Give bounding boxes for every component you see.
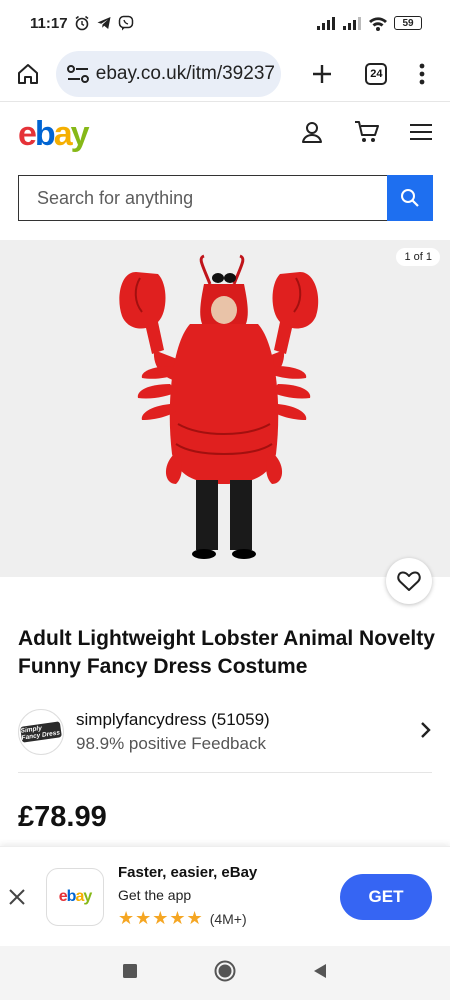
browser-menu-button[interactable] — [394, 46, 450, 102]
hamburger-menu-icon[interactable] — [410, 123, 432, 146]
search-icon — [401, 189, 419, 207]
alarm-icon — [74, 15, 90, 31]
viber-icon — [118, 15, 134, 31]
app-install-banner: ebay Faster, easier, eBay Get the app ★★… — [0, 846, 450, 946]
product-image-gallery[interactable]: 1 of 1 — [0, 240, 450, 577]
site-settings-icon[interactable] — [66, 64, 90, 84]
address-bar[interactable]: ebay.co.uk/itm/39237 — [55, 50, 281, 97]
recent-apps-icon[interactable] — [122, 963, 138, 984]
seller-feedback: 98.9% positive Feedback — [76, 734, 266, 753]
browser-toolbar: ebay.co.uk/itm/39237 24 — [0, 46, 450, 102]
tab-count: 24 — [365, 62, 388, 85]
banner-subtitle: Get the app — [118, 887, 192, 903]
star-rating-icon: ★★★★★ — [118, 908, 204, 928]
app-rating: ★★★★★ (4M+) — [118, 908, 257, 929]
banner-title: Faster, easier, eBay — [118, 864, 258, 881]
search-button[interactable] — [387, 175, 433, 221]
status-time: 11:17 — [30, 14, 68, 32]
seller-name: simplyfancydress (51059) — [76, 710, 270, 729]
signal-icon-2 — [342, 16, 362, 30]
home-button[interactable] — [0, 46, 56, 102]
rating-count: (4M+) — [209, 910, 247, 927]
new-tab-button[interactable] — [285, 46, 359, 102]
cart-icon[interactable] — [354, 120, 380, 149]
product-image[interactable] — [112, 254, 338, 564]
search-bar — [18, 175, 433, 221]
system-nav-bar — [0, 946, 450, 1000]
heart-icon — [397, 571, 421, 591]
signal-icon — [316, 16, 336, 30]
ebay-logo[interactable]: ebay — [18, 117, 90, 151]
search-input[interactable] — [18, 175, 387, 221]
seller-info-row[interactable]: Simply Fancy Dress simplyfancydress (510… — [18, 706, 432, 758]
item-price: £78.99 — [18, 801, 107, 833]
wifi-icon — [368, 16, 388, 31]
image-counter: 1 of 1 — [396, 248, 440, 266]
divider — [18, 772, 432, 773]
tab-switcher-button[interactable]: 24 — [358, 46, 394, 102]
home-icon — [17, 63, 38, 84]
get-app-button[interactable]: GET — [340, 873, 432, 920]
chevron-right-icon[interactable] — [420, 721, 432, 744]
seller-logo: Simply Fancy Dress — [20, 721, 62, 743]
url-text[interactable]: ebay.co.uk/itm/39237 — [96, 63, 275, 85]
seller-avatar: Simply Fancy Dress — [18, 709, 64, 755]
banner-close-button[interactable] — [0, 888, 34, 906]
close-icon — [9, 888, 25, 905]
plus-icon — [312, 64, 331, 83]
account-icon[interactable] — [300, 120, 324, 149]
site-header: ebay — [0, 103, 450, 165]
listing-title: Adult Lightweight Lobster Animal Novelty… — [18, 627, 435, 678]
status-bar: 11:17 59 — [0, 0, 450, 46]
more-vert-icon — [419, 63, 425, 84]
ebay-app-logo: ebay — [46, 867, 104, 926]
watch-button[interactable] — [386, 558, 432, 604]
battery-icon: 59 — [394, 16, 422, 30]
back-icon[interactable] — [312, 963, 328, 984]
telegram-icon — [96, 15, 112, 31]
home-nav-icon[interactable] — [214, 960, 236, 987]
